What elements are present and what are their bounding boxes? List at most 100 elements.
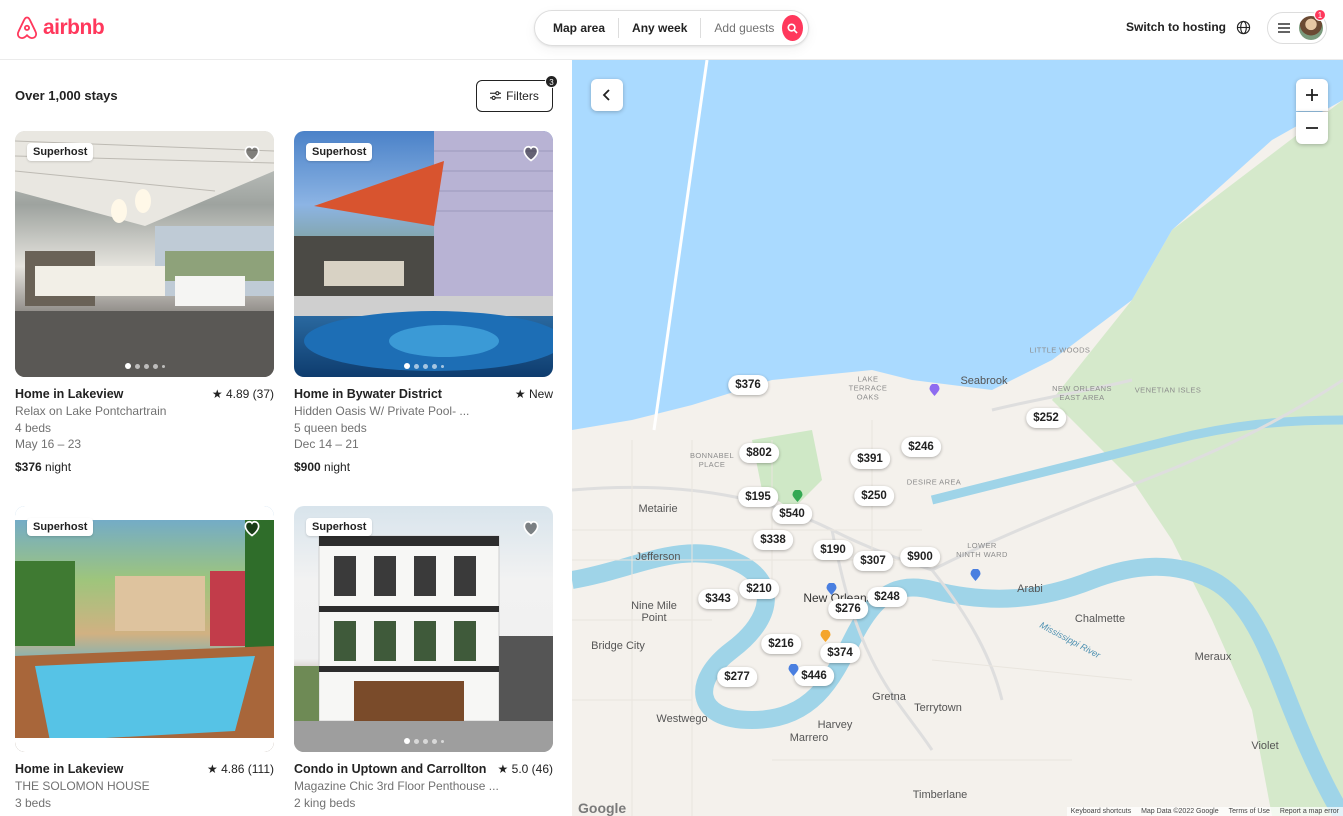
photo-carousel-dots[interactable]	[124, 363, 165, 369]
search-guests[interactable]: Add guests	[701, 18, 782, 38]
globe-icon[interactable]	[1236, 20, 1251, 35]
listing-title: Home in Bywater District	[294, 387, 442, 401]
star-icon: ★	[497, 762, 509, 776]
listing-photo-image	[294, 535, 553, 752]
search-dates[interactable]: Any week	[619, 18, 702, 38]
listing-beds: 2 king beds	[294, 796, 356, 810]
poi-marker-icon	[820, 630, 831, 642]
map-price-pin[interactable]: $338	[753, 530, 793, 550]
map-price-pin[interactable]: $216	[761, 634, 801, 654]
listing-photo[interactable]: Superhost	[15, 131, 274, 377]
heart-icon[interactable]	[242, 518, 262, 538]
map-price-pin[interactable]: $276	[828, 599, 868, 619]
map-price-pin[interactable]: $391	[850, 449, 890, 469]
map-price-pin[interactable]: $277	[717, 667, 757, 687]
google-logo: Google	[578, 800, 627, 816]
map-place-label: Nine Mile Point	[631, 600, 677, 624]
superhost-badge: Superhost	[306, 143, 373, 161]
map-place-label: Meraux	[1194, 651, 1232, 663]
heart-icon[interactable]	[242, 143, 262, 163]
map-price-pin[interactable]: $900	[900, 547, 940, 567]
listing-photo[interactable]: Superhost	[294, 506, 553, 752]
listing-beds: 4 beds	[15, 421, 52, 435]
map-price-pin[interactable]: $252	[1026, 408, 1066, 428]
listing-photo-image	[294, 131, 553, 371]
map-price-pin[interactable]: $195	[738, 487, 778, 507]
photo-carousel-dots[interactable]	[403, 738, 444, 744]
transit-marker-icon	[826, 583, 837, 595]
map-place-label: Arabi	[1017, 583, 1043, 595]
map-price-pin[interactable]: $246	[901, 437, 941, 457]
listing-card[interactable]: Superhost Home in Lakeview ★ 4.89 (37) R…	[15, 131, 274, 481]
listing-photo[interactable]: Superhost	[15, 506, 274, 752]
map-price-pin[interactable]: $376	[728, 375, 768, 395]
zoom-in-button[interactable]	[1296, 79, 1328, 111]
report-map-error-link[interactable]: Report a map error	[1280, 808, 1339, 815]
heart-icon[interactable]	[521, 518, 541, 538]
heart-icon[interactable]	[521, 143, 541, 163]
photo-carousel-dots[interactable]	[124, 738, 165, 744]
map-price-pin[interactable]: $446	[794, 666, 834, 686]
superhost-badge: Superhost	[306, 518, 373, 536]
map-data-attribution: Map Data ©2022 Google	[1141, 808, 1219, 815]
map-place-label: NEW ORLEANS EAST AREA	[1052, 384, 1112, 402]
chevron-left-icon	[602, 89, 610, 101]
listing-photo[interactable]: Superhost	[294, 131, 553, 377]
switch-to-hosting-link[interactable]: Switch to hosting	[1126, 20, 1226, 34]
listing-description: THE SOLOMON HOUSE	[15, 779, 150, 793]
hamburger-menu-icon	[1278, 23, 1290, 33]
listing-rating: ★ 4.89 (37)	[211, 387, 274, 401]
listing-title: Home in Lakeview	[15, 762, 124, 776]
map-price-pin[interactable]: $210	[739, 579, 779, 599]
map-price-pin[interactable]: $540	[772, 504, 812, 524]
park-marker-icon	[792, 490, 803, 502]
star-icon: ★	[206, 762, 218, 776]
listing-dates: May 16 – 23	[15, 437, 82, 451]
search-bar[interactable]: Map area Any week Add guests	[534, 10, 809, 46]
map-price-pin[interactable]: $374	[820, 643, 860, 663]
listing-description: Magazine Chic 3rd Floor Penthouse ...	[294, 779, 499, 793]
map-place-label: Bridge City	[591, 640, 645, 652]
map-price-pin[interactable]: $250	[854, 486, 894, 506]
user-menu-button[interactable]: 1	[1267, 9, 1327, 44]
airbnb-logo[interactable]: airbnb	[15, 15, 105, 41]
filters-button[interactable]: Filters 3	[476, 75, 558, 112]
listing-rating: ★ 5.0 (46)	[497, 762, 553, 776]
listing-card[interactable]: Superhost Home in Bywater District ★ New…	[294, 131, 553, 481]
listing-rating: ★ 4.86 (111)	[206, 762, 274, 776]
plus-icon	[1306, 89, 1318, 101]
map-price-pin[interactable]: $307	[853, 551, 893, 571]
star-icon: ★	[514, 387, 526, 401]
map-place-label: Marrero	[789, 732, 829, 744]
results-count: Over 1,000 stays	[15, 88, 118, 103]
map-place-label: VENETIAN ISLES	[1134, 385, 1202, 395]
zoom-out-button[interactable]	[1296, 112, 1328, 144]
listing-card[interactable]: Superhost Condo in Uptown and Carrollton…	[294, 506, 553, 816]
terms-of-use-link[interactable]: Terms of Use	[1229, 808, 1270, 815]
listing-photo-image	[15, 506, 274, 752]
map-place-label: Westwego	[656, 713, 708, 725]
map-place-label: DESIRE AREA	[906, 477, 962, 487]
top-header: airbnb Map area Any week Add guests Swit…	[0, 0, 1343, 60]
map-place-label: Chalmette	[1074, 613, 1126, 625]
map-footer: Keyboard shortcuts Map Data ©2022 Google…	[1066, 807, 1343, 816]
notification-badge: 1	[1314, 9, 1326, 21]
search-location[interactable]: Map area	[553, 18, 620, 38]
map-place-label: LOWER NINTH WARD	[956, 541, 1008, 559]
map-price-pin[interactable]: $802	[739, 443, 779, 463]
collapse-map-button[interactable]	[591, 79, 623, 111]
airbnb-logo-icon	[16, 16, 38, 40]
map-place-label: Timberlane	[912, 789, 968, 801]
map-place-label: LAKE TERRACE OAKS	[848, 374, 888, 402]
keyboard-shortcuts-link[interactable]: Keyboard shortcuts	[1071, 808, 1131, 815]
search-icon	[787, 22, 798, 34]
photo-carousel-dots[interactable]	[403, 363, 444, 369]
map-price-pin[interactable]: $343	[698, 589, 738, 609]
map-place-label: Gretna	[872, 691, 906, 703]
map-price-pin[interactable]: $190	[813, 540, 853, 560]
map-price-pin[interactable]: $248	[867, 587, 907, 607]
listing-card[interactable]: Superhost Home in Lakeview ★ 4.86 (111) …	[15, 506, 274, 816]
map[interactable]: Seabrook LITTLE WOODS NEW ORLEANS EAST A…	[572, 60, 1343, 816]
search-button[interactable]	[782, 15, 803, 41]
listing-description: Relax on Lake Pontchartrain	[15, 404, 167, 418]
